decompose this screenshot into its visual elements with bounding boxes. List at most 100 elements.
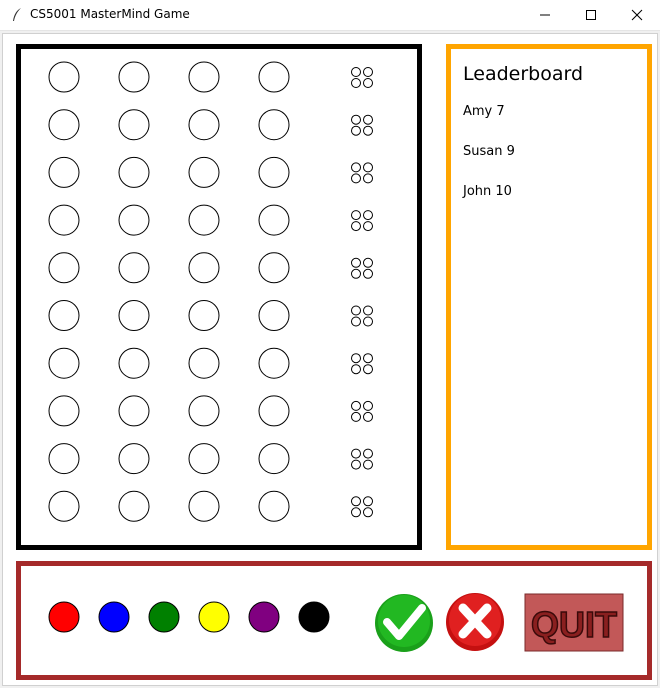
close-icon [631,9,643,21]
guess-peg-slot [188,395,220,427]
guess-peg-slot [48,490,80,522]
window-title: CS5001 MasterMind Game [30,7,190,21]
close-button[interactable] [614,0,660,30]
controls-panel: QUIT [16,561,652,680]
guess-peg-slot [48,443,80,475]
guess-peg-slot [258,490,290,522]
guess-peg-slot [48,347,80,379]
feedback-peg-slot [351,210,361,221]
quit-button[interactable]: QUIT [524,593,624,652]
guess-peg-slot [188,300,220,331]
guess-row [48,61,373,93]
check-button[interactable] [375,594,433,652]
feedback-peg-slot [351,114,361,125]
feather-icon [13,8,21,21]
feedback-peg-slot [363,114,373,125]
leaderboard-entry: John 10 [463,184,512,199]
guess-peg-slot [48,395,80,427]
feedback-peg-slot [351,268,361,279]
guess-peg-slot [258,61,290,93]
guess-peg-slot [118,61,150,93]
guess-peg-slot [118,347,150,379]
feedback-peg-slot [351,162,361,173]
color-peg-red[interactable] [48,601,80,633]
feedback-peg-slot [363,268,373,279]
color-peg-green[interactable] [148,601,180,633]
feedback-peg-slot [351,459,361,470]
minimize-button[interactable] [522,0,568,30]
leaderboard-entry: Susan 9 [463,144,515,159]
feedback-peg-slot [363,210,373,221]
color-peg-black[interactable] [298,601,330,633]
guess-peg-slot [258,347,290,379]
feedback-peg-slot [363,364,373,375]
guess-row [48,252,373,284]
leaderboard-title: Leaderboard [463,63,584,85]
guess-peg-slot [258,443,290,475]
feedback-peg-slot [363,173,373,184]
feedback-peg-slot [363,411,373,422]
color-peg-blue[interactable] [98,601,130,633]
guess-peg-slot [188,490,220,522]
feedback-peg-slot [363,257,373,268]
guess-peg-slot [118,252,150,284]
feedback-peg-slot [351,364,361,375]
feedback-peg-slot [351,507,361,518]
minimize-icon [540,14,550,16]
maximize-button[interactable] [568,0,614,30]
feedback-peg-slot [351,78,361,88]
feedback-peg-slot [351,67,361,77]
guess-peg-slot [118,490,150,522]
guess-peg-slot [188,252,220,284]
guess-peg-slot [48,204,80,236]
guess-peg-slot [188,204,220,236]
guess-peg-slot [188,156,220,188]
guess-peg-slot [48,109,80,141]
guess-peg-slot [258,109,290,141]
guess-peg-slot [258,252,290,284]
guess-peg-slot [48,61,80,93]
guess-peg-slot [258,300,290,331]
guess-peg-slot [118,109,150,141]
feedback-peg-slot [351,305,361,316]
feedback-peg-slot [363,459,373,470]
color-peg-purple[interactable] [248,601,280,633]
feedback-peg-slot [351,257,361,268]
board-grid [48,61,373,522]
guess-peg-slot [258,395,290,427]
guess-peg-slot [188,443,220,475]
feedback-peg-slot [351,448,361,459]
guess-row [48,347,373,379]
feedback-peg-slot [363,400,373,411]
guess-peg-slot [48,252,80,284]
quit-label: QUIT [531,604,617,645]
guess-row [48,395,373,427]
feedback-peg-slot [363,353,373,364]
guess-peg-slot [118,395,150,427]
feedback-peg-slot [363,316,373,327]
guess-row [48,300,373,331]
guess-row [48,204,373,236]
feedback-peg-slot [363,507,373,518]
color-peg-yellow[interactable] [198,601,230,633]
guess-peg-slot [118,443,150,475]
controls-canvas: QUIT [48,593,624,652]
feedback-peg-slot [363,67,373,77]
feedback-peg-slot [351,353,361,364]
feedback-peg-slot [363,221,373,232]
guess-row [48,156,373,188]
feedback-peg-slot [363,496,373,507]
feedback-peg-slot [363,305,373,316]
feedback-peg-slot [351,221,361,232]
title-bar: CS5001 MasterMind Game [0,0,660,31]
leaderboard-panel: Leaderboard Amy 7 Susan 9 John 10 [446,44,652,550]
game-board [16,44,422,550]
maximize-icon [586,10,596,20]
feedback-peg-slot [351,125,361,136]
feedback-peg-slot [351,411,361,422]
guess-peg-slot [188,347,220,379]
cancel-button[interactable] [446,593,504,651]
feedback-peg-slot [363,125,373,136]
leaderboard-entry: Amy 7 [463,104,505,119]
guess-peg-slot [118,300,150,331]
